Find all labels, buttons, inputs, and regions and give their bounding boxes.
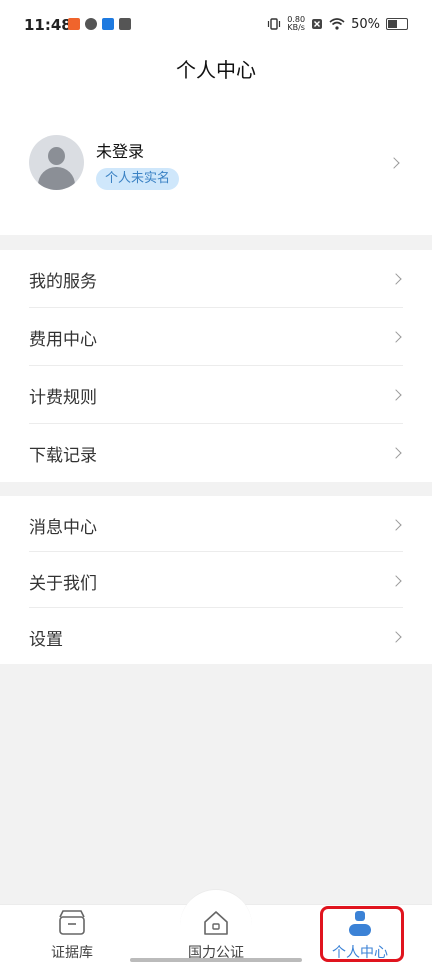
tab-label: 证据库 xyxy=(51,945,93,961)
status-right: 0.80 KB/s 50% xyxy=(267,16,408,32)
wifi-icon xyxy=(329,18,345,30)
menu-item-label: 消息中心 xyxy=(29,518,97,538)
chevron-right-icon xyxy=(390,273,402,285)
page-title: 个人中心 xyxy=(176,58,256,82)
tab-highlight-box xyxy=(320,906,404,962)
user-name: 未登录 xyxy=(96,142,145,161)
chevron-right-icon xyxy=(390,519,402,531)
net-speed: 0.80 KB/s xyxy=(287,16,305,32)
avatar-body xyxy=(38,167,75,190)
profile-card[interactable]: 未登录 个人未实名 xyxy=(0,90,432,235)
chevron-right-icon xyxy=(390,331,402,343)
home-icon xyxy=(204,911,228,935)
chevron-right-icon xyxy=(390,389,402,401)
app-notification-icon xyxy=(85,18,97,30)
archive-box-icon xyxy=(59,910,85,935)
header: 个人中心 xyxy=(0,48,432,90)
menu-item-fee-center[interactable]: 费用中心 xyxy=(0,308,432,366)
menu-item-my-services[interactable]: 我的服务 xyxy=(0,250,432,308)
tab-home[interactable]: 国力公证 xyxy=(156,905,276,965)
chevron-right-icon xyxy=(390,575,402,587)
home-indicator[interactable] xyxy=(130,958,302,962)
menu-item-messages[interactable]: 消息中心 xyxy=(0,496,432,552)
battery-percent: 50% xyxy=(351,16,380,32)
battery-fill xyxy=(388,20,397,28)
chevron-right-icon xyxy=(390,447,402,459)
app-notification-icon xyxy=(102,18,114,30)
menu-item-billing-rules[interactable]: 计费规则 xyxy=(0,366,432,424)
user-avatar-icon xyxy=(29,135,84,190)
menu-item-label: 下载记录 xyxy=(29,446,97,466)
menu-item-label: 关于我们 xyxy=(29,574,97,594)
menu-item-download-records[interactable]: 下载记录 xyxy=(0,424,432,482)
menu-item-label: 设置 xyxy=(29,630,63,650)
menu-item-about-us[interactable]: 关于我们 xyxy=(0,552,432,608)
avatar-head xyxy=(48,147,65,165)
menu-group-account: 我的服务 费用中心 计费规则 下载记录 xyxy=(0,250,432,482)
menu-item-label: 费用中心 xyxy=(29,330,97,350)
net-speed-unit: KB/s xyxy=(287,23,305,32)
mail-notification-icon xyxy=(119,18,131,30)
tab-evidence[interactable]: 证据库 xyxy=(12,905,132,965)
status-time: 11:48 xyxy=(24,16,72,34)
app-notification-icon xyxy=(68,18,80,30)
menu-item-label: 我的服务 xyxy=(29,272,97,292)
notification-icons xyxy=(68,18,131,30)
menu-item-settings[interactable]: 设置 xyxy=(0,608,432,664)
no-sim-icon xyxy=(312,19,323,29)
battery-icon xyxy=(386,18,408,30)
chevron-right-icon xyxy=(388,157,400,169)
vibrate-icon xyxy=(268,18,281,30)
status-bar: 11:48 0.80 KB/s 50% xyxy=(0,0,432,48)
menu-item-label: 计费规则 xyxy=(29,388,97,408)
verification-badge: 个人未实名 xyxy=(96,168,180,190)
chevron-right-icon xyxy=(390,631,402,643)
menu-group-general: 消息中心 关于我们 设置 xyxy=(0,496,432,664)
